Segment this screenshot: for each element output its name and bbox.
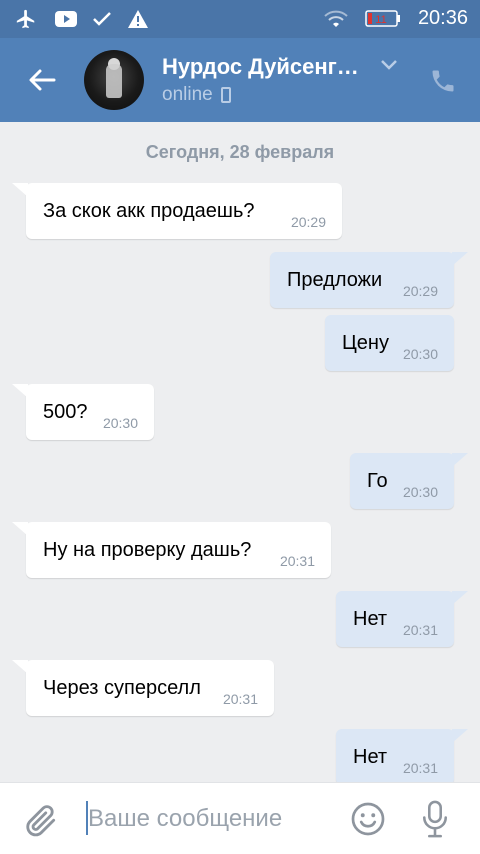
contact-name[interactable]: Нурдос Дуйсенг…	[162, 54, 368, 80]
chat-header: Нурдос Дуйсенг… online	[0, 38, 480, 122]
message-outgoing[interactable]: Нет 20:31	[336, 729, 468, 782]
message-time: 20:31	[402, 622, 438, 638]
emoji-icon[interactable]	[350, 801, 388, 839]
message-text: Нет	[353, 745, 388, 768]
chevron-down-icon[interactable]	[380, 58, 400, 76]
status-bar: 11 20:36	[0, 0, 480, 38]
call-button[interactable]	[426, 64, 460, 98]
message-time: 20:29	[290, 214, 326, 230]
paperclip-icon[interactable]	[22, 801, 62, 841]
message-time: 20:30	[402, 484, 438, 500]
message-outgoing[interactable]: Нет 20:31	[336, 591, 468, 647]
wifi-icon	[324, 8, 348, 30]
warning-icon	[126, 8, 150, 30]
message-text: Ну на проверку дашь?	[43, 538, 252, 561]
message-text: Нет	[353, 607, 388, 630]
back-button[interactable]	[20, 60, 64, 100]
message-list[interactable]: Сегодня, 28 февраля За скок акк продаешь…	[0, 122, 480, 782]
battery-level: 11	[375, 14, 386, 26]
check-icon	[90, 8, 114, 30]
message-incoming[interactable]: Через суперселл 20:31	[12, 660, 274, 716]
message-time: 20:29	[402, 283, 438, 299]
message-text: Го	[367, 469, 388, 492]
mobile-device-icon	[220, 87, 231, 103]
composer-bar	[0, 782, 480, 854]
phone-icon	[432, 70, 454, 92]
message-outgoing[interactable]: Го 20:30	[350, 453, 468, 509]
message-text: Через суперселл	[43, 676, 201, 699]
date-separator: Сегодня, 28 февраля	[145, 142, 335, 162]
message-time: 20:31	[402, 760, 438, 776]
youtube-icon	[54, 8, 78, 30]
airplane-icon	[14, 8, 38, 30]
message-time: 20:30	[402, 346, 438, 362]
message-text: 500?	[43, 400, 88, 423]
presence-label: online	[162, 84, 213, 105]
microphone-icon[interactable]	[420, 799, 452, 841]
message-text: Цену	[342, 331, 389, 354]
message-time: 20:31	[279, 553, 315, 569]
clock: 20:36	[417, 7, 468, 29]
message-outgoing[interactable]: Цену 20:30	[325, 315, 454, 371]
presence-status: online	[162, 84, 231, 106]
message-incoming[interactable]: За скок акк продаешь? 20:29	[12, 183, 342, 239]
message-text: Предложи	[287, 268, 383, 291]
message-time: 20:31	[222, 691, 258, 707]
battery-icon: 11	[364, 8, 402, 30]
arrow-left-icon	[29, 69, 56, 91]
avatar[interactable]	[84, 50, 144, 110]
message-text: За скок акк продаешь?	[43, 199, 255, 222]
message-incoming[interactable]: 500? 20:30	[12, 384, 154, 440]
message-incoming[interactable]: Ну на проверку дашь? 20:31	[12, 522, 331, 578]
message-time: 20:30	[102, 415, 138, 431]
message-input[interactable]	[88, 801, 338, 837]
message-outgoing[interactable]: Предложи 20:29	[270, 252, 468, 308]
